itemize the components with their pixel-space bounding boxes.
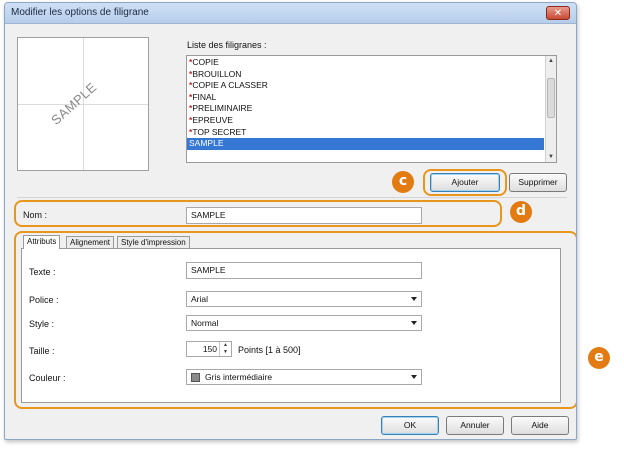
color-value: Gris intermédiaire: [205, 372, 273, 382]
list-scrollbar[interactable]: ▲ ▼: [545, 56, 556, 162]
size-value: 150: [202, 344, 217, 354]
style-value: Normal: [191, 318, 219, 328]
watermark-list-item-label: FINAL: [192, 91, 217, 102]
watermark-list-item[interactable]: SAMPLE: [187, 138, 544, 150]
watermark-list-item[interactable]: *COPIE: [187, 57, 544, 69]
close-icon[interactable]: ✕: [546, 6, 570, 20]
chevron-down-icon: [411, 297, 417, 301]
font-value: Arial: [191, 294, 209, 304]
badge-c: c: [392, 171, 414, 193]
section-divider: [17, 197, 567, 198]
text-label: Texte :: [29, 267, 56, 277]
ok-button[interactable]: OK: [381, 416, 439, 435]
scroll-up-icon[interactable]: ▲: [546, 56, 556, 66]
badge-e: e: [588, 347, 610, 369]
tab-attributes[interactable]: Attributs: [23, 235, 61, 249]
watermark-list-item-label: COPIE: [192, 57, 219, 67]
watermark-list-items: *COPIE *BROUILLON *COPIE A CLASSER *FINAL *P…: [187, 57, 544, 150]
watermark-list-item[interactable]: *FINAL: [187, 92, 544, 104]
style-label: Style :: [29, 319, 55, 329]
stepper-down-icon[interactable]: ▼: [220, 349, 231, 356]
scroll-thumb[interactable]: [547, 78, 555, 118]
watermark-list-item-label: BROUILLON: [192, 68, 242, 79]
scroll-down-icon[interactable]: ▼: [546, 152, 556, 162]
watermark-preview: SAMPLE: [17, 37, 149, 171]
badge-d: d: [510, 201, 532, 223]
watermark-list-item-label: COPIE A CLASSER: [192, 80, 268, 91]
size-stepper-arrows[interactable]: ▲ ▼: [219, 342, 231, 356]
title-bar: Modifier les options de filigrane ✕: [5, 3, 576, 24]
dialog-title: Modifier les options de filigrane: [11, 7, 149, 18]
style-select[interactable]: Normal: [186, 315, 422, 331]
size-range-label: Points [1 à 500]: [238, 345, 301, 355]
text-input[interactable]: SAMPLE: [186, 262, 422, 279]
watermark-list-item[interactable]: *BROUILLON: [187, 69, 544, 81]
name-input[interactable]: SAMPLE: [186, 207, 422, 224]
watermark-list-item[interactable]: *EPREUVE: [187, 115, 544, 127]
watermark-list-item-label: PRELIMINAIRE: [192, 103, 253, 114]
watermark-list-item[interactable]: *TOP SECRET: [187, 127, 544, 139]
name-label: Nom :: [23, 210, 48, 220]
watermark-list-item-label: SAMPLE: [189, 138, 224, 149]
watermark-listbox[interactable]: *COPIE *BROUILLON *COPIE A CLASSER *FINAL *P…: [186, 55, 557, 163]
chevron-down-icon: [411, 321, 417, 325]
help-button[interactable]: Aide: [511, 416, 569, 435]
watermark-list-item-label: TOP SECRET: [192, 126, 247, 137]
color-label: Couleur :: [29, 373, 66, 383]
add-button[interactable]: Ajouter: [430, 173, 500, 192]
font-select[interactable]: Arial: [186, 291, 422, 307]
size-stepper[interactable]: 150 ▲ ▼: [186, 341, 232, 357]
font-label: Police :: [29, 295, 59, 305]
delete-button[interactable]: Supprimer: [509, 173, 567, 192]
watermark-list-item[interactable]: *COPIE A CLASSER: [187, 80, 544, 92]
watermark-list-item-label: EPREUVE: [192, 114, 233, 125]
color-swatch: [191, 373, 200, 382]
stepper-up-icon[interactable]: ▲: [220, 342, 231, 349]
watermark-list-label: Liste des filigranes :: [187, 40, 267, 50]
watermark-options-dialog: Modifier les options de filigrane ✕ SAMP…: [4, 2, 577, 440]
chevron-down-icon: [411, 375, 417, 379]
size-label: Taille :: [29, 346, 55, 356]
color-select[interactable]: Gris intermédiaire: [186, 369, 422, 385]
cancel-button[interactable]: Annuler: [446, 416, 504, 435]
watermark-list-item[interactable]: *PRELIMINAIRE: [187, 103, 544, 115]
